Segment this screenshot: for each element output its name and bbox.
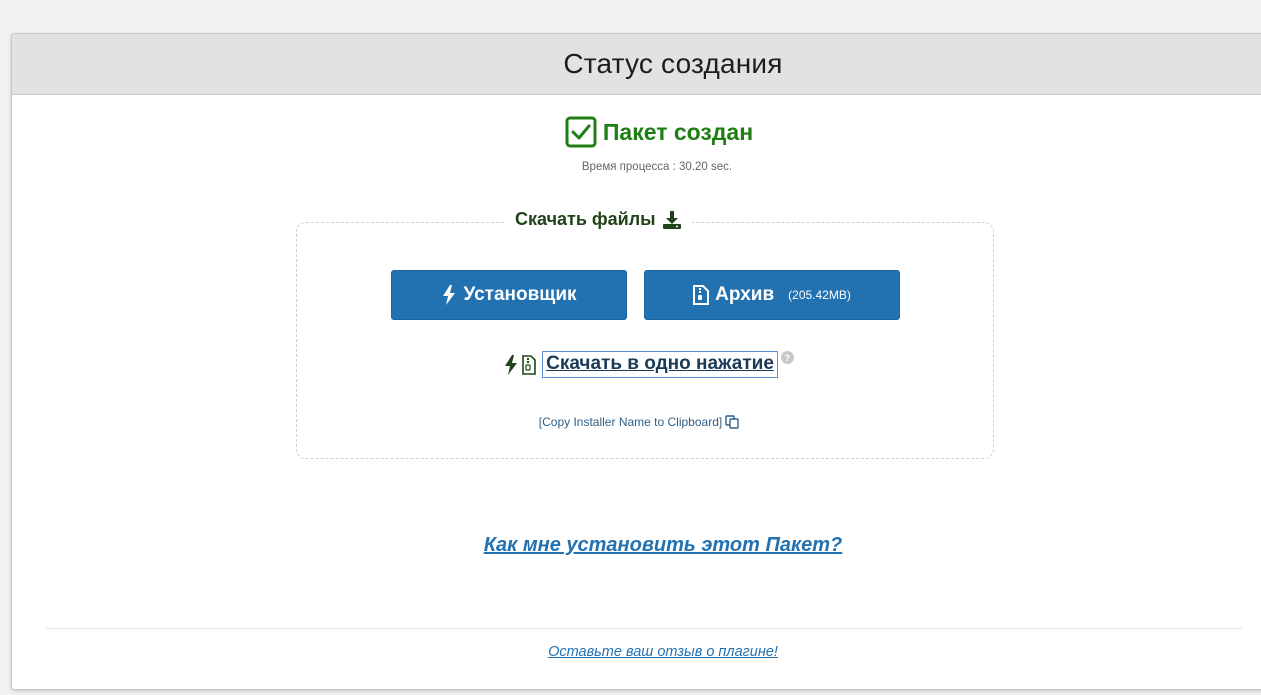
file-archive-icon <box>522 354 536 375</box>
status-text: Пакет создан <box>602 118 754 145</box>
download-icon <box>662 210 681 229</box>
panel-header: Статус создания <box>12 34 1261 95</box>
one-click-download-link[interactable]: Скачать в одно нажатие <box>542 351 778 378</box>
feedback-link[interactable]: Оставьте ваш отзыв о плагине! <box>548 644 778 660</box>
help-icon[interactable]: ? <box>780 351 794 364</box>
divider <box>46 628 1242 629</box>
how-to-install: Как мне установить этот Пакет? <box>32 534 1261 557</box>
installer-button-label: Установщик <box>463 284 577 305</box>
how-to-install-link[interactable]: Как мне установить этот Пакет? <box>484 534 843 556</box>
status-line: Пакет создан <box>28 116 1261 148</box>
process-time: Время процесса : 30.20 sec. <box>581 161 733 173</box>
copy-icon[interactable] <box>725 415 739 429</box>
copy-installer-name: [Copy Installer Name to Clipboard] <box>291 415 987 429</box>
archive-size: (205.42MB) <box>788 288 851 302</box>
bolt-icon <box>443 285 456 305</box>
copy-installer-name-link[interactable]: [Copy Installer Name to Clipboard] <box>539 415 722 429</box>
build-status-panel: Статус создания Пакет создан Время проце… <box>11 33 1261 690</box>
check-square-icon <box>565 116 597 148</box>
download-files-legend: Скачать файлы <box>505 209 692 230</box>
panel-title: Статус создания <box>563 48 783 79</box>
feedback: Оставьте ваш отзыв о плагине! <box>32 643 1261 661</box>
one-click-download: Скачать в одно нажатие ? <box>301 351 997 378</box>
bolt-icon <box>505 354 518 375</box>
archive-button-label: Архив <box>715 284 775 305</box>
download-files-label: Скачать файлы <box>515 209 656 229</box>
file-archive-icon <box>693 285 710 305</box>
download-files-box: Скачать файлы Установщик Архив (205.42MB… <box>296 209 997 459</box>
installer-button[interactable]: Установщик <box>391 270 627 320</box>
archive-button[interactable]: Архив (205.42MB) <box>644 270 900 320</box>
